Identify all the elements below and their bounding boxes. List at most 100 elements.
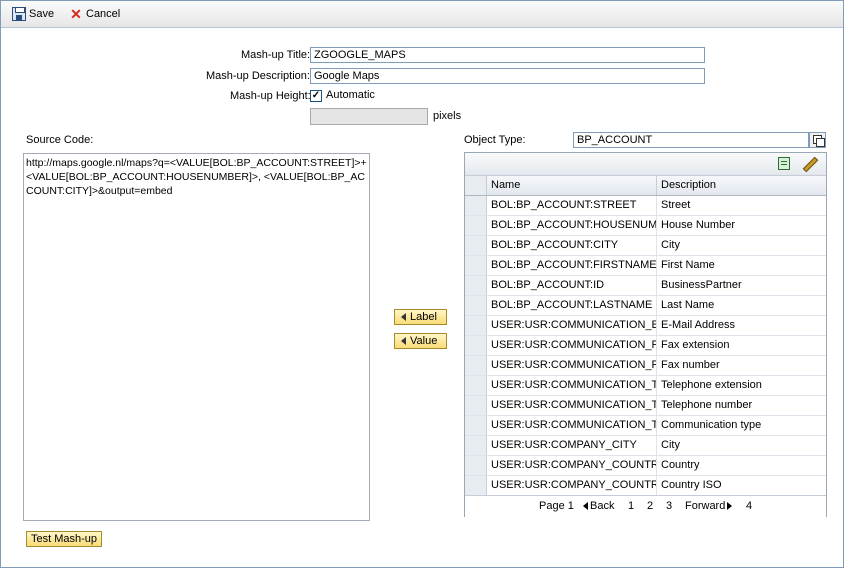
cell-name: USER:USR:COMMUNICATION_F... [487, 356, 657, 375]
arrow-left-icon [401, 313, 406, 321]
row-selector[interactable] [465, 336, 487, 355]
cell-name: BOL:BP_ACCOUNT:HOUSENUM... [487, 216, 657, 235]
cancel-label: Cancel [86, 8, 121, 20]
table-row[interactable]: USER:USR:COMMUNICATION_F... Fax extension [465, 336, 826, 356]
table-row[interactable]: USER:USR:COMPANY_COUNTRY Country [465, 456, 826, 476]
cell-description: Country [661, 459, 700, 471]
cell-description: Telephone number [661, 399, 753, 411]
page-link-3[interactable]: 3 [666, 500, 672, 512]
row-selector[interactable] [465, 416, 487, 435]
cell-name: BOL:BP_ACCOUNT:LASTNAME [487, 296, 657, 315]
table-row[interactable]: BOL:BP_ACCOUNT:LASTNAME Last Name [465, 296, 826, 316]
table-row[interactable]: BOL:BP_ACCOUNT:FIRSTNAME First Name [465, 256, 826, 276]
cell-description: Telephone extension [661, 379, 762, 391]
save-icon [12, 7, 26, 21]
row-selector[interactable] [465, 256, 487, 275]
source-code-textarea[interactable]: http://maps.google.nl/maps?q=<VALUE[BOL:… [23, 153, 370, 521]
automatic-label: Automatic [326, 89, 375, 101]
cell-description: Communication type [661, 419, 762, 431]
automatic-checkbox[interactable]: ✓ [310, 90, 322, 102]
arrow-left-icon [583, 502, 588, 511]
table-row[interactable]: USER:USR:COMMUNICATION_T... Communication… [465, 416, 826, 436]
cell-description: Country ISO [661, 479, 722, 491]
table-row[interactable]: USER:USR:COMMUNICATION_T... Telephone ext… [465, 376, 826, 396]
edit-icon[interactable] [801, 156, 819, 173]
mashup-editor-window: Save ✕ Cancel Mash-up Title: ZGOOGLE_MAP… [0, 0, 844, 568]
table-row[interactable]: USER:USR:COMMUNICATION_T... Telephone num… [465, 396, 826, 416]
column-header-name[interactable]: Name [487, 176, 657, 195]
cell-description: Street [661, 199, 691, 211]
page-link-last[interactable]: 4 [746, 500, 752, 512]
pagination: Page 1 Back 1 2 3 Forward 4 [465, 495, 826, 517]
table-toolbar [465, 153, 826, 176]
table-row[interactable]: BOL:BP_ACCOUNT:ID BusinessPartner [465, 276, 826, 296]
cell-description: BusinessPartner [661, 279, 742, 291]
cell-name: BOL:BP_ACCOUNT:STREET [487, 196, 657, 215]
toolbar: Save ✕ Cancel [1, 1, 843, 28]
insert-value-button[interactable]: Value [394, 333, 447, 349]
page-indicator: Page 1 [539, 500, 574, 512]
cancel-icon: ✕ [70, 6, 82, 22]
table-row[interactable]: BOL:BP_ACCOUNT:HOUSENUM... House Number [465, 216, 826, 236]
test-mashup-button[interactable]: Test Mash-up [26, 531, 102, 547]
cell-name: USER:USR:COMMUNICATION_T... [487, 376, 657, 395]
description-label: Mash-up Description: [206, 70, 310, 82]
row-selector[interactable] [465, 196, 487, 215]
table-row[interactable]: USER:USR:COMMUNICATION_E... E-Mail Addres… [465, 316, 826, 336]
row-selector[interactable] [465, 296, 487, 315]
cell-name: USER:USR:COMMUNICATION_T... [487, 396, 657, 415]
row-selector[interactable] [465, 396, 487, 415]
pixels-input[interactable] [310, 108, 428, 125]
row-selector[interactable] [465, 276, 487, 295]
table-row[interactable]: USER:USR:COMPANY_CITY City [465, 436, 826, 456]
row-selector[interactable] [465, 436, 487, 455]
page-link-1[interactable]: 1 [628, 500, 634, 512]
select-all-cell[interactable] [465, 176, 487, 195]
object-type-value-help-button[interactable] [809, 132, 826, 148]
row-selector[interactable] [465, 376, 487, 395]
insert-label-text: Label [410, 311, 437, 323]
row-selector[interactable] [465, 316, 487, 335]
cell-description: E-Mail Address [661, 319, 735, 331]
cell-description: City [661, 239, 680, 251]
row-selector[interactable] [465, 456, 487, 475]
attributes-table: Name Description BOL:BP_ACCOUNT:STREET St… [464, 152, 827, 517]
export-icon[interactable] [778, 157, 790, 170]
cell-description: Fax number [661, 359, 720, 371]
cell-name: USER:USR:COMMUNICATION_F... [487, 336, 657, 355]
height-label: Mash-up Height: [230, 90, 311, 102]
description-input[interactable]: Google Maps [310, 68, 705, 84]
arrow-right-icon [727, 502, 733, 511]
cell-name: BOL:BP_ACCOUNT:ID [487, 276, 657, 295]
cancel-button[interactable]: ✕ Cancel [69, 6, 120, 22]
pixels-label: pixels [433, 110, 462, 122]
row-selector[interactable] [465, 356, 487, 375]
object-type-input[interactable]: BP_ACCOUNT [573, 132, 809, 148]
insert-value-text: Value [410, 335, 438, 347]
cell-name: USER:USR:COMPANY_COUNTR... [487, 476, 657, 495]
cell-name: USER:USR:COMPANY_COUNTRY [487, 456, 657, 475]
save-button[interactable]: Save [12, 6, 54, 22]
row-selector[interactable] [465, 476, 487, 495]
object-type-label: Object Type: [464, 134, 526, 146]
row-selector[interactable] [465, 216, 487, 235]
save-label: Save [29, 8, 55, 20]
forward-button[interactable]: Forward [685, 500, 733, 512]
column-header-description[interactable]: Description [657, 176, 826, 195]
title-input[interactable]: ZGOOGLE_MAPS [310, 47, 705, 63]
cell-name: BOL:BP_ACCOUNT:FIRSTNAME [487, 256, 657, 275]
arrow-left-icon [401, 337, 406, 345]
cell-description: City [661, 439, 680, 451]
row-selector[interactable] [465, 236, 487, 255]
table-row[interactable]: BOL:BP_ACCOUNT:CITY City [465, 236, 826, 256]
insert-label-button[interactable]: Label [394, 309, 447, 325]
table-header: Name Description [465, 176, 826, 196]
table-row[interactable]: BOL:BP_ACCOUNT:STREET Street [465, 196, 826, 216]
back-button[interactable]: Back [583, 500, 614, 512]
page-link-2[interactable]: 2 [647, 500, 653, 512]
table-row[interactable]: USER:USR:COMMUNICATION_F... Fax number [465, 356, 826, 376]
cell-description: First Name [661, 259, 715, 271]
table-row[interactable]: USER:USR:COMPANY_COUNTR... Country ISO [465, 476, 826, 496]
cell-description: House Number [661, 219, 735, 231]
cell-name: USER:USR:COMMUNICATION_E... [487, 316, 657, 335]
